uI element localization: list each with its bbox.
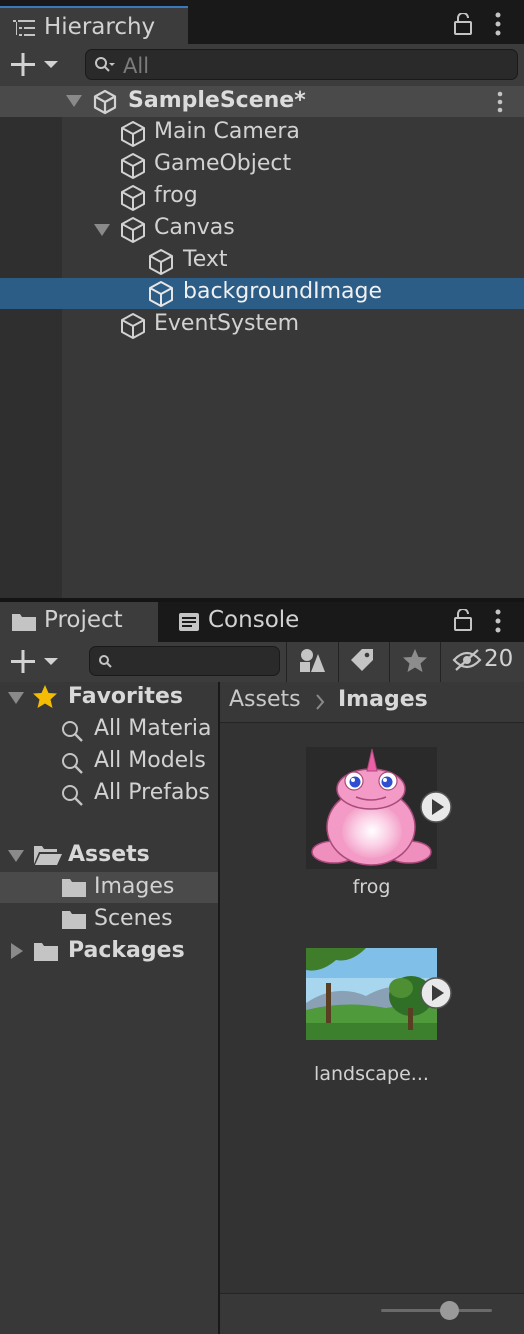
favorite-item-all-prefabs[interactable]: All Prefabs [0,777,218,809]
breadcrumb-current: Images [338,687,428,712]
folder-item-label: Images [94,874,175,899]
tab-project-label: Project [44,607,123,633]
tab-console[interactable]: Console [162,602,322,642]
search-placeholder: All [123,54,150,78]
expand-arrow-icon[interactable] [66,94,82,108]
favorite-item-label: All Materia [94,716,212,741]
breadcrumb: Assets Images [220,682,524,723]
folder-item-label: Scenes [94,906,173,931]
lock-icon[interactable] [453,13,473,35]
folder-icon [61,877,87,898]
console-icon [178,612,200,632]
collapsed-arrow-icon[interactable] [10,943,24,959]
play-preview-icon[interactable] [419,976,453,1010]
search-icon [98,654,114,670]
hierarchy-item-frog[interactable]: frog [0,181,524,213]
gameobject-cube-icon [147,280,175,308]
toolbar-separator [338,642,339,682]
asset-thumbnail-frog[interactable] [306,747,437,869]
search-by-label-icon[interactable] [349,648,375,674]
favorites-label: Favorites [68,684,183,709]
gameobject-cube-icon [119,120,147,148]
play-preview-icon[interactable] [419,790,453,824]
favorite-item-label: All Models [94,748,206,773]
hierarchy-item-eventsystem[interactable]: EventSystem [0,309,524,341]
favorite-item-all-materials[interactable]: All Materia [0,713,218,745]
breadcrumb-root[interactable]: Assets [229,687,301,712]
favorite-star-icon[interactable] [402,648,428,674]
project-search-input[interactable] [89,646,280,676]
hidden-packages-count: 20 [484,646,514,672]
search-icon [61,752,85,776]
asset-name-landscape: landscape... [314,1063,429,1085]
hierarchy-item-label: Text [183,247,228,272]
more-options-icon[interactable] [494,12,502,36]
zoom-slider-track[interactable] [381,1309,492,1312]
search-icon [61,784,85,808]
folder-icon [61,909,87,930]
assets-root-row[interactable]: Assets [0,839,218,871]
hierarchy-item-label: EventSystem [154,311,300,336]
more-options-icon[interactable] [494,609,502,633]
scene-more-options-icon[interactable] [496,91,504,113]
hierarchy-item-label: frog [154,183,198,208]
hierarchy-item-gameobject[interactable]: GameObject [0,149,524,181]
hierarchy-item-label: Canvas [154,215,235,240]
search-by-type-icon[interactable] [298,648,326,674]
expand-arrow-icon[interactable] [8,849,24,863]
frog-sprite-image [311,748,432,866]
toolbar-separator [440,642,441,682]
scene-row[interactable]: SampleScene* [0,86,524,117]
hidden-packages-eye-icon[interactable] [452,648,482,672]
tab-hierarchy-label: Hierarchy [44,14,156,40]
favorites-star-icon [32,684,58,710]
tab-console-label: Console [208,607,300,633]
open-folder-icon [33,844,63,866]
hierarchy-item-main-camera[interactable]: Main Camera [0,117,524,149]
hierarchy-item-label: GameObject [154,151,292,176]
create-add-button[interactable] [11,650,61,674]
search-icon [94,56,116,74]
hierarchy-item-canvas[interactable]: Canvas [0,213,524,245]
gameobject-cube-icon [119,152,147,180]
folder-icon [11,612,37,632]
lock-icon[interactable] [453,609,473,631]
chevron-right-icon [315,694,325,710]
packages-root-row[interactable]: Packages [0,935,218,967]
favorite-item-all-models[interactable]: All Models [0,745,218,777]
packages-label: Packages [68,938,185,963]
assets-label: Assets [68,842,150,867]
create-add-button[interactable] [11,53,61,77]
hierarchy-item-label: Main Camera [154,119,300,144]
tab-hierarchy[interactable]: Hierarchy [0,6,188,44]
folder-icon [33,941,59,962]
hierarchy-search-input[interactable]: All [85,49,518,80]
gameobject-cube-icon [119,184,147,212]
landscape-image [306,948,437,1040]
asset-thumbnail-landscape[interactable] [306,948,437,1040]
tab-project[interactable]: Project [0,602,158,642]
folder-item-scenes[interactable]: Scenes [0,903,218,935]
toolbar-separator [389,642,390,682]
gameobject-cube-icon [147,248,175,276]
folder-item-images[interactable]: Images [0,871,218,903]
unity-scene-icon [92,89,118,115]
scene-name: SampleScene* [128,88,306,113]
expand-arrow-icon[interactable] [94,223,110,237]
project-footer [220,1293,524,1334]
gameobject-cube-icon [119,216,147,244]
gameobject-cube-icon [119,312,147,340]
favorites-row[interactable]: Favorites [0,681,218,713]
hierarchy-list-icon [13,19,35,37]
toolbar-separator [286,642,287,682]
hierarchy-item-label: backgroundImage [183,279,383,304]
hierarchy-item-text[interactable]: Text [0,245,524,277]
hierarchy-item-backgroundimage[interactable]: backgroundImage [0,277,524,309]
search-icon [61,720,85,744]
favorite-item-label: All Prefabs [94,780,210,805]
expand-arrow-icon[interactable] [8,691,24,705]
asset-name-frog: frog [352,876,391,898]
